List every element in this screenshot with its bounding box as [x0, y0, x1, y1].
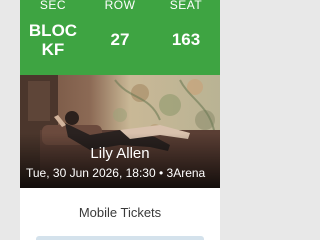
- artist-name: Lily Allen: [90, 145, 150, 162]
- section-value-line-2: KF: [41, 40, 65, 59]
- row-header: ROW: [104, 0, 136, 12]
- event-image-panel[interactable]: Lily Allen Tue, 30 Jun 2026, 18:30 • 3Ar…: [20, 75, 220, 188]
- seat-column: SEAT 163: [153, 0, 219, 49]
- row-column: ROW 27: [87, 0, 153, 49]
- section-value: BLOC KF: [20, 21, 86, 59]
- section-column: SEC BLOC KF: [20, 0, 86, 59]
- row-value: 27: [110, 30, 130, 49]
- ticket-card[interactable]: SEC BLOC KF ROW 27 SEAT 163 Lily Allen T…: [20, 0, 220, 240]
- seat-info-band: SEC BLOC KF ROW 27 SEAT 163: [20, 0, 220, 75]
- mobile-tickets-label: Mobile Tickets: [78, 205, 162, 220]
- section-header: SEC: [39, 0, 67, 12]
- event-date-venue: Tue, 30 Jun 2026, 18:30 • 3Arena: [26, 166, 206, 180]
- section-value-line-1: BLOC: [28, 21, 78, 40]
- seat-value: 163: [171, 30, 201, 49]
- seat-header: SEAT: [169, 0, 203, 12]
- ticket-barcode-area[interactable]: [36, 236, 204, 240]
